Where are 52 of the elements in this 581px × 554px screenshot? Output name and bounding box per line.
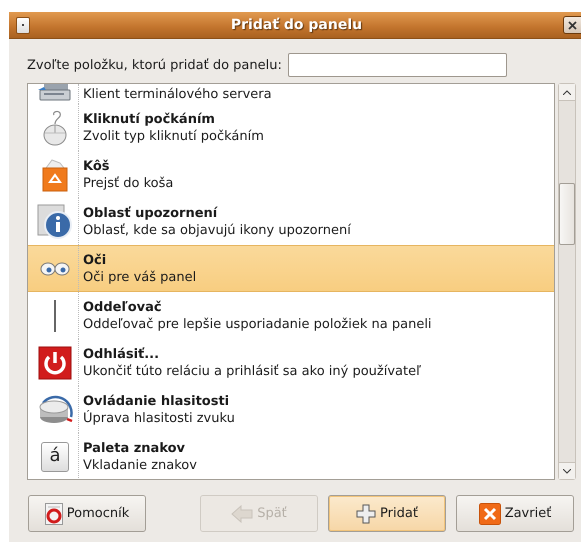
item-description: Oddeľovač pre lepšie usporiadanie položiek na paneli [83, 316, 432, 332]
item-title: Oblasť upozornení [83, 204, 219, 222]
list-item[interactable]: Kliknutí počkáním Zvolit typ kliknutí počkáním [28, 104, 554, 151]
close-icon [478, 502, 501, 524]
close-window-button[interactable] [563, 16, 581, 34]
power-icon [38, 346, 72, 380]
item-description: Prejsť do koša [83, 174, 174, 192]
list-item[interactable]: Ovládanie hlasitosti Úprava hlasitosti zvuku [28, 386, 554, 433]
separator-icon [53, 300, 57, 332]
scroll-down-button[interactable] [559, 462, 575, 479]
down-chevron-icon [563, 468, 571, 474]
list-item[interactable]: Kôš Prejsť do koša [28, 151, 554, 198]
item-description: Klient terminálového servera [83, 86, 272, 102]
information-icon [37, 204, 73, 240]
help-button[interactable]: Pomocník [28, 495, 146, 532]
item-title: Kôš [83, 158, 111, 174]
eyes-icon [40, 260, 70, 278]
lifebuoy-icon [44, 502, 63, 524]
list-item[interactable]: Oblasť upozornení Oblasť, kde sa objavujú ikony upozornení [28, 198, 554, 245]
list-item[interactable]: Oči Oči pre váš panel [28, 245, 554, 292]
item-title: Kliknutí počkáním [83, 110, 216, 128]
volume-knob-icon [37, 394, 73, 424]
scroll-up-button[interactable] [559, 84, 575, 101]
list-item[interactable]: Odhlásiť... Ukončiť túto reláciu a prihlásiť sa ako iný používateľ [28, 339, 554, 386]
left-arrow-icon [231, 504, 254, 522]
item-title: Oddeľovač [83, 298, 163, 316]
close-button[interactable]: Zavrieť [456, 495, 574, 532]
item-title: Oči [83, 252, 108, 268]
list-item[interactable]: Oddeľovač Oddeľovač pre lepšie usporiadanie položiek na paneli [28, 292, 554, 339]
item-description: Vkladanie znakov [83, 456, 197, 474]
recycle-bin-icon [40, 158, 70, 192]
list-item[interactable]: á Paleta znakov Vkladanie znakov [28, 433, 554, 479]
search-field[interactable] [288, 53, 507, 77]
item-title: Odhlásiť... [83, 346, 160, 362]
up-chevron-icon [563, 90, 571, 94]
character-key-icon: á [41, 442, 69, 472]
item-title: Paleta znakov [83, 440, 186, 456]
search-label: Zvoľte položku, ktorú pridať do panelu: [27, 58, 282, 72]
item-description: Oči pre váš panel [83, 268, 196, 286]
item-description: Zvolit typ kliknutí počkáním [83, 128, 264, 144]
window-title: Pridať do panelu [230, 17, 364, 33]
window-menu-icon[interactable] [16, 16, 30, 34]
close-icon [568, 20, 577, 30]
item-description: Oblasť, kde sa objavujú ikony upozornení [83, 222, 351, 238]
item-title: Ovládanie hlasitosti [83, 392, 230, 410]
add-button[interactable]: Pridať [328, 495, 446, 532]
scrollbar-thumb[interactable] [559, 183, 575, 245]
list-item[interactable]: Klient terminálového servera [28, 84, 554, 104]
scrollbar[interactable] [558, 83, 576, 480]
item-description: Ukončiť túto reláciu a prihlásiť sa ako iný používateľ [83, 362, 421, 380]
plus-icon [356, 504, 376, 524]
item-description: Úprava hlasitosti zvuku [83, 410, 235, 426]
